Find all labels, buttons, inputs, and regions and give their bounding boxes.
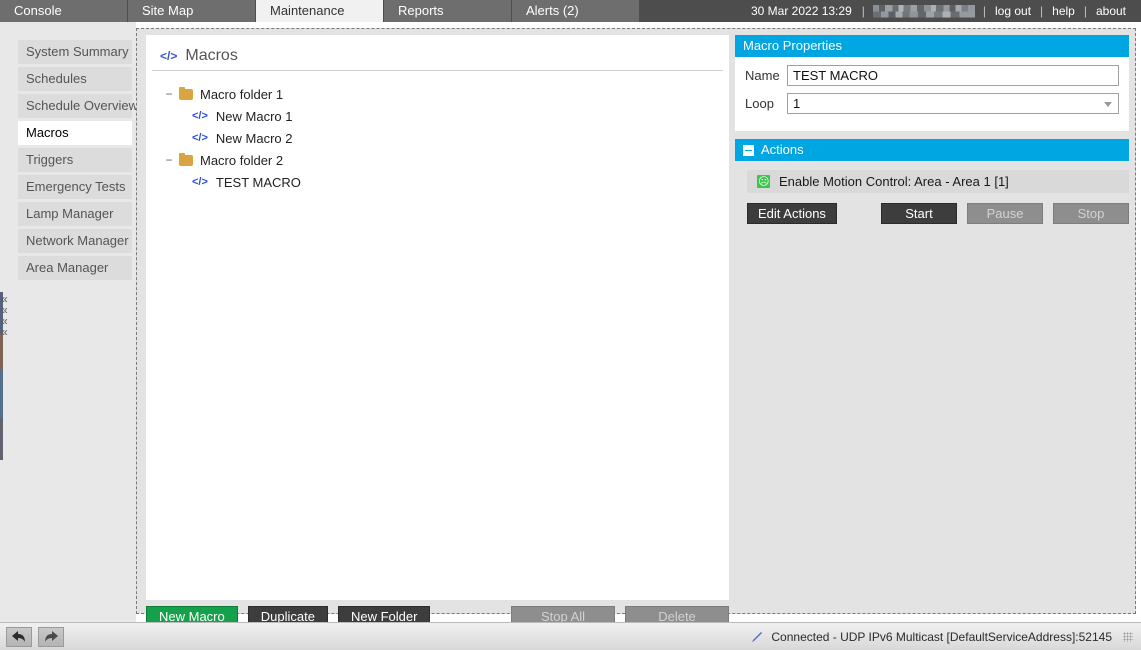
separator-1: | [861, 4, 865, 18]
topbar-spacer [640, 0, 743, 22]
macro-tree-header: </> Macros [152, 41, 723, 71]
resize-grip[interactable] [1123, 631, 1133, 642]
action-label: Enable Motion Control: Area - Area 1 [1] [779, 174, 1009, 189]
sidebar-item-lamp-manager[interactable]: Lamp Manager [18, 202, 132, 226]
chevron-down-icon[interactable] [1104, 102, 1112, 107]
back-arrow-icon [12, 631, 25, 642]
status-bar: Connected - UDP IPv6 Multicast [DefaultS… [0, 622, 1141, 650]
code-icon: </> [160, 48, 178, 63]
loop-label: Loop [745, 96, 774, 111]
tree-item-label: Macro folder 1 [200, 86, 284, 102]
sidebar-item-schedules[interactable]: Schedules [18, 67, 132, 91]
tree-item-label: Macro folder 2 [200, 152, 284, 168]
tree-item-label: TEST MACRO [215, 174, 301, 190]
sidebar-item-emergency-tests[interactable]: Emergency Tests [18, 175, 132, 199]
collapse-minus-icon[interactable] [743, 144, 754, 156]
loop-selected-value: 1 [793, 96, 801, 111]
macro-tree-list: − Macro folder 1 </> New Macro 1 </> New… [146, 71, 729, 193]
sidebar-item-triggers[interactable]: Triggers [18, 148, 132, 172]
tree-item-folder[interactable]: − Macro folder 2 [146, 149, 729, 171]
connection-icon [752, 631, 763, 642]
content-area: </> Macros − Macro folder 1 </> New Macr… [136, 28, 1136, 628]
about-link[interactable]: about [1089, 4, 1133, 18]
macro-properties-title: Macro Properties [743, 38, 842, 53]
code-icon: </> [192, 132, 208, 144]
pause-button: Pause [967, 203, 1043, 224]
tree-item-label: New Macro 1 [215, 108, 293, 124]
forward-arrow-icon [45, 631, 58, 642]
page-title: Macros [185, 46, 238, 64]
top-tab-bar: Console Site Map Maintenance Reports Ale… [0, 0, 1141, 22]
sidebar-item-network-manager[interactable]: Network Manager [18, 229, 132, 253]
actions-title: Actions [761, 142, 804, 157]
tree-item-folder[interactable]: − Macro folder 1 [146, 83, 729, 105]
help-link[interactable]: help [1045, 4, 1082, 18]
username-redacted [872, 4, 975, 18]
folder-icon [179, 86, 193, 100]
tab-console[interactable]: Console [0, 0, 128, 22]
actions-header: Actions [735, 139, 1129, 161]
macro-properties-body: Name Loop 1 [735, 57, 1129, 131]
sidebar-item-area-manager[interactable]: Area Manager [18, 256, 132, 280]
separator-2: | [982, 4, 986, 18]
name-field-row: Name [745, 65, 1119, 86]
edit-actions-button[interactable]: Edit Actions [747, 203, 837, 224]
name-label: Name [745, 68, 780, 83]
action-list-item[interactable]: ☹ Enable Motion Control: Area - Area 1 [… [747, 170, 1129, 193]
chevron-left-icon[interactable]: « [1, 326, 8, 338]
tab-maintenance[interactable]: Maintenance [256, 0, 384, 22]
macro-tree-panel: </> Macros − Macro folder 1 </> New Macr… [146, 35, 729, 600]
tab-alerts[interactable]: Alerts (2) [512, 0, 640, 22]
sidebar-item-macros[interactable]: Macros [18, 121, 132, 145]
left-rail: « « « « [0, 22, 14, 622]
action-button-row: Edit Actions Start Pause Stop [735, 203, 1129, 224]
tree-item-label: New Macro 2 [215, 130, 293, 146]
start-button[interactable]: Start [881, 203, 957, 224]
tree-item-macro[interactable]: </> New Macro 1 [146, 105, 729, 127]
tree-item-macro[interactable]: </> New Macro 2 [146, 127, 729, 149]
separator-3: | [1040, 4, 1044, 18]
sidebar-item-schedule-overview[interactable]: Schedule Overview [18, 94, 138, 118]
connection-status-text: Connected - UDP IPv6 Multicast [DefaultS… [771, 629, 1112, 644]
code-icon: </> [192, 176, 208, 188]
back-button[interactable] [6, 626, 32, 647]
stop-button: Stop [1053, 203, 1129, 224]
application-window: Console Site Map Maintenance Reports Ale… [0, 0, 1141, 650]
connection-status-group: Connected - UDP IPv6 Multicast [DefaultS… [750, 630, 1133, 644]
forward-button[interactable] [38, 626, 64, 647]
code-icon: </> [192, 110, 208, 122]
panel-gap [735, 131, 1129, 139]
current-datetime: 30 Mar 2022 13:29 [751, 4, 852, 18]
loop-dropdown[interactable]: 1 [787, 93, 1119, 114]
tab-site-map[interactable]: Site Map [128, 0, 256, 22]
right-panel: Macro Properties Name Loop 1 Act [735, 35, 1129, 600]
folder-icon [179, 152, 193, 166]
loop-field-row: Loop 1 [745, 93, 1119, 114]
actions-body: ☹ Enable Motion Control: Area - Area 1 [… [735, 161, 1129, 224]
tab-reports[interactable]: Reports [384, 0, 512, 22]
collapse-chevron-group[interactable]: « « « « [1, 293, 8, 338]
sidebar-item-system-summary[interactable]: System Summary [18, 40, 132, 64]
motion-control-icon: ☹ [757, 175, 770, 188]
collapse-expander-icon[interactable]: − [162, 87, 176, 101]
collapse-expander-icon[interactable]: − [162, 153, 176, 167]
separator-4: | [1083, 4, 1087, 18]
macro-properties-header: Macro Properties [735, 35, 1129, 57]
tree-item-macro-selected[interactable]: </> TEST MACRO [146, 171, 729, 193]
macro-name-input[interactable] [787, 65, 1119, 86]
sidebar-navigation: System Summary Schedules Schedule Overvi… [14, 22, 138, 622]
log-out-link[interactable]: log out [988, 4, 1038, 18]
topbar-right-group: 30 Mar 2022 13:29 | | log out | help | a… [743, 0, 1141, 22]
